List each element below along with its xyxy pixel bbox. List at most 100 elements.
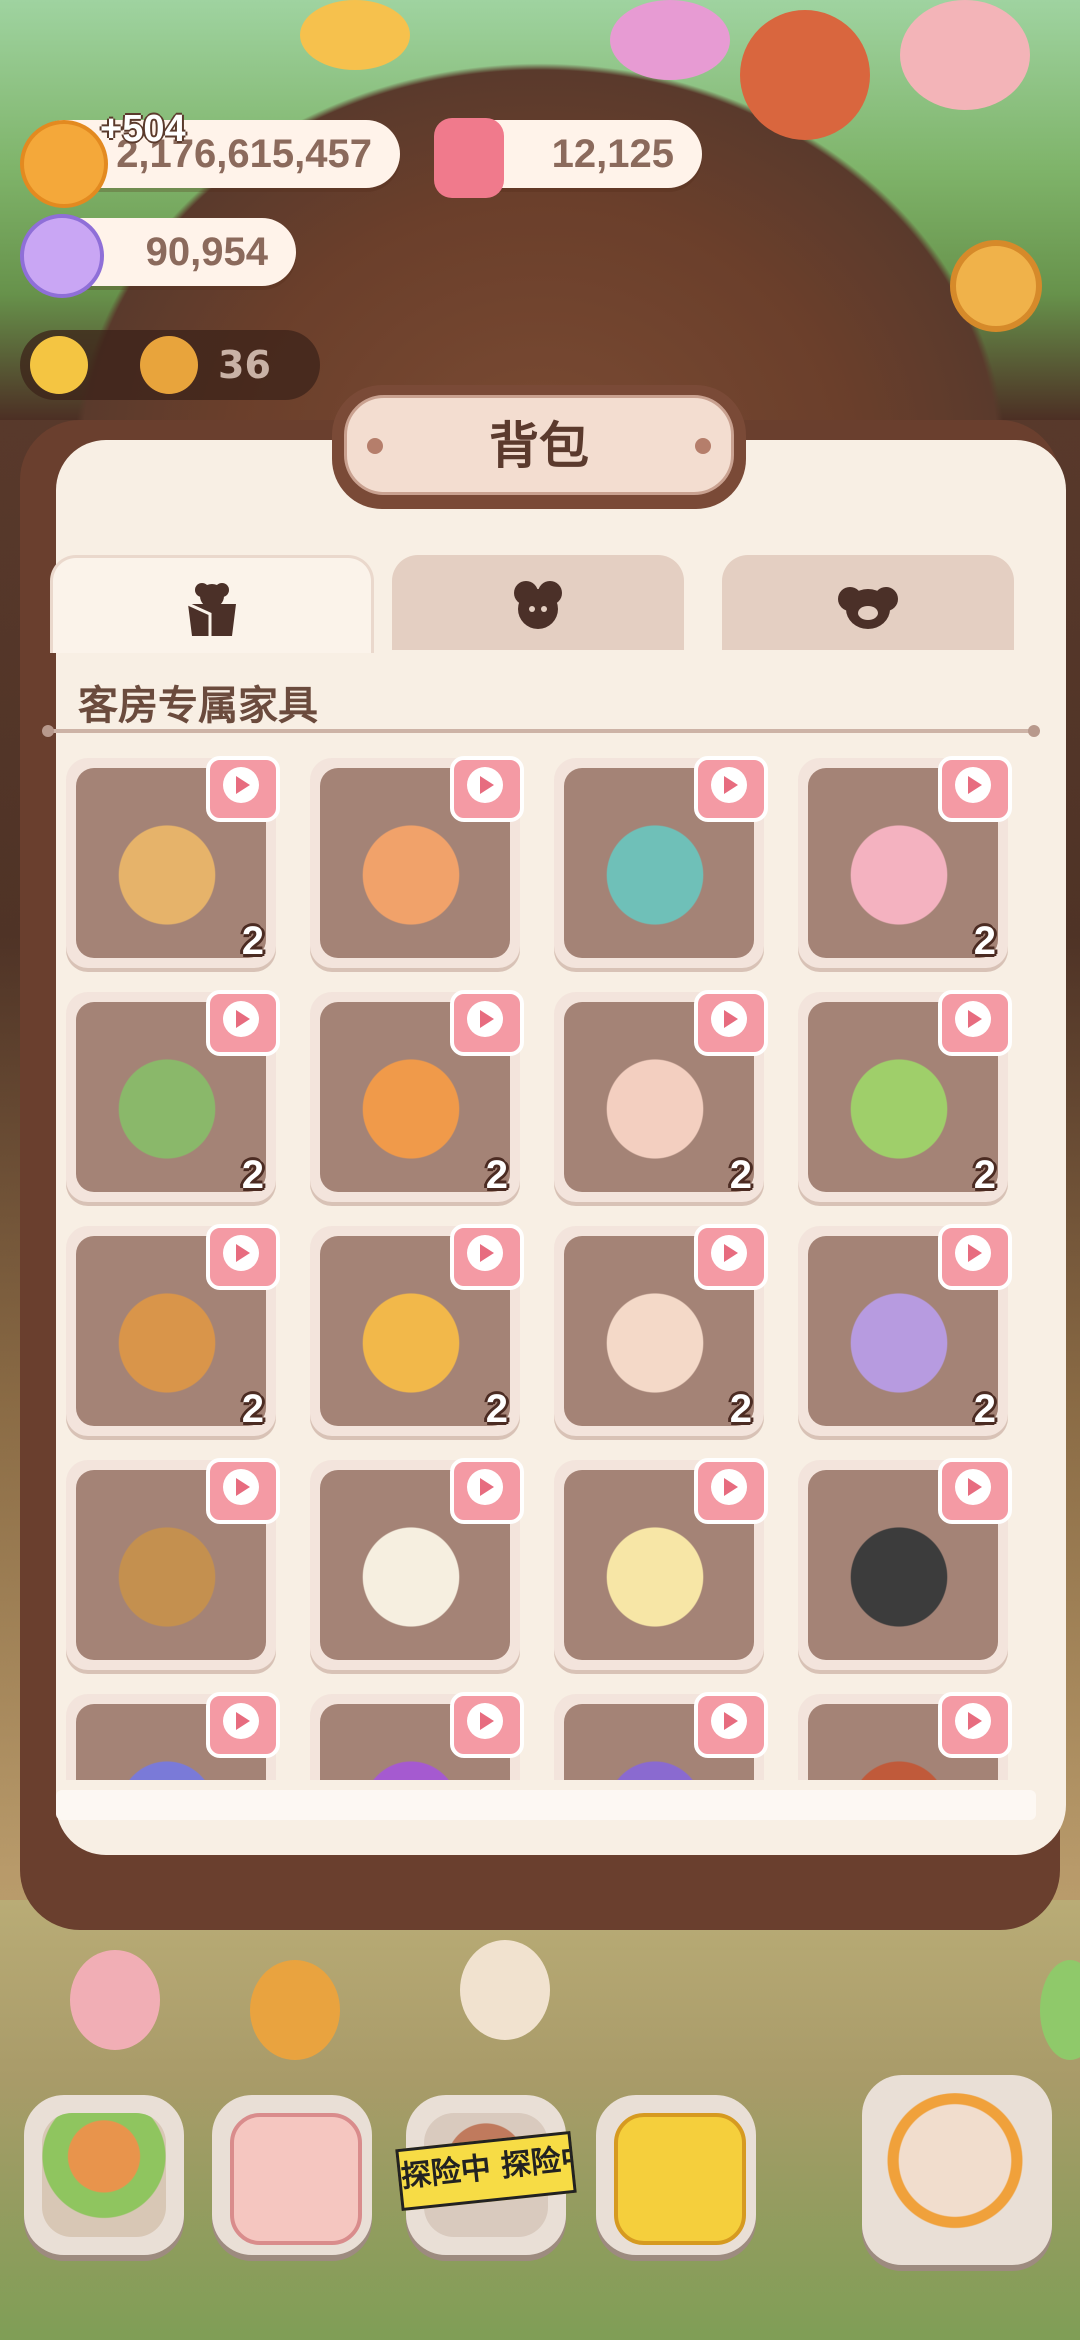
play-icon — [236, 1712, 250, 1730]
crystal-icon — [20, 214, 104, 298]
furniture-item[interactable] — [554, 1692, 768, 1780]
play-icon — [236, 1478, 250, 1496]
furniture-item[interactable]: 2 — [554, 990, 768, 1202]
box-bear-icon — [187, 583, 236, 636]
coin-gain-label: +504 — [100, 108, 186, 150]
tab-cookies[interactable] — [392, 555, 684, 650]
preview-play-button[interactable] — [938, 1692, 1012, 1758]
cookie-character[interactable] — [300, 0, 410, 70]
cookie-character[interactable] — [900, 0, 1030, 110]
item-count: 2 — [973, 1387, 996, 1431]
sun-count: 36 — [218, 343, 271, 387]
preview-play-button[interactable] — [938, 1458, 1012, 1524]
play-icon — [480, 776, 494, 794]
play-icon — [968, 1244, 982, 1262]
preview-play-button[interactable] — [206, 756, 280, 822]
mushroom-house-icon — [42, 2113, 166, 2237]
item-count: 2 — [241, 1387, 264, 1431]
shop-button[interactable] — [596, 2095, 756, 2255]
home-button[interactable] — [24, 2095, 184, 2255]
play-icon — [968, 1712, 982, 1730]
item-count: 2 — [485, 1387, 508, 1431]
furniture-item[interactable] — [798, 1458, 1012, 1670]
cookie-coin-icon — [20, 120, 108, 208]
preview-play-button[interactable] — [450, 1224, 524, 1290]
tab-furniture[interactable] — [50, 555, 374, 653]
item-count: 2 — [241, 1153, 264, 1197]
preview-play-button[interactable] — [450, 1458, 524, 1524]
item-count: 2 — [485, 1153, 508, 1197]
preview-play-button[interactable] — [694, 756, 768, 822]
cookie-character[interactable] — [250, 1960, 340, 2060]
furniture-item[interactable] — [310, 1458, 524, 1670]
furniture-item[interactable]: 2 — [66, 756, 280, 968]
furniture-item[interactable]: 2 — [66, 1224, 280, 1436]
play-icon — [236, 1010, 250, 1028]
furniture-item[interactable]: 2 — [554, 1224, 768, 1436]
settings-gear-icon[interactable] — [950, 240, 1042, 332]
section-title: 客房专属家具 — [78, 683, 318, 729]
shop-bag-icon — [614, 2113, 746, 2245]
furniture-item[interactable]: 2 — [798, 756, 1012, 968]
preview-play-button[interactable] — [450, 756, 524, 822]
play-icon — [480, 1244, 494, 1262]
preview-play-button[interactable] — [206, 1458, 280, 1524]
preview-play-button[interactable] — [450, 990, 524, 1056]
play-icon — [724, 1712, 738, 1730]
play-icon — [480, 1010, 494, 1028]
furniture-item[interactable] — [66, 1458, 280, 1670]
furniture-item[interactable]: 2 — [798, 1224, 1012, 1436]
play-icon — [968, 1478, 982, 1496]
preview-play-button[interactable] — [450, 1692, 524, 1758]
candle-icon — [434, 118, 504, 198]
fish-pet-icon — [880, 2093, 1030, 2243]
preview-play-button[interactable] — [938, 990, 1012, 1056]
furniture-item[interactable] — [66, 1692, 280, 1780]
preview-play-button[interactable] — [938, 756, 1012, 822]
item-count: 2 — [729, 1153, 752, 1197]
preview-play-button[interactable] — [694, 1224, 768, 1290]
furniture-item[interactable]: 2 — [798, 990, 1012, 1202]
furniture-item[interactable]: 2 — [310, 1224, 524, 1436]
play-icon — [968, 1010, 982, 1028]
sun-icon — [30, 336, 88, 394]
furniture-item[interactable] — [798, 1692, 1012, 1780]
cookie-character[interactable] — [460, 1940, 550, 2040]
furniture-item[interactable] — [310, 756, 524, 968]
play-icon — [724, 1244, 738, 1262]
preview-play-button[interactable] — [694, 1458, 768, 1524]
preview-play-button[interactable] — [938, 1224, 1012, 1290]
preview-play-button[interactable] — [206, 990, 280, 1056]
item-count: 2 — [241, 919, 264, 963]
item-grid[interactable]: 2 2 2 2 2 2 2 2 2 2 — [60, 750, 1020, 1780]
play-icon — [724, 776, 738, 794]
furniture-item[interactable]: 2 — [310, 990, 524, 1202]
preview-play-button[interactable] — [206, 1224, 280, 1290]
play-icon — [724, 1478, 738, 1496]
sun-counter[interactable]: 36 — [20, 330, 320, 400]
play-icon — [236, 1244, 250, 1262]
diary-button[interactable] — [212, 2095, 372, 2255]
cookie-character[interactable] — [610, 0, 730, 80]
preview-play-button[interactable] — [206, 1692, 280, 1758]
play-icon — [480, 1478, 494, 1496]
diary-icon — [230, 2113, 362, 2245]
item-count: 2 — [729, 1387, 752, 1431]
furniture-item[interactable]: 2 — [66, 990, 280, 1202]
play-icon — [724, 1010, 738, 1028]
furniture-item[interactable] — [554, 1458, 768, 1670]
cookie-bear-icon — [514, 581, 562, 629]
bag-title-plate: 背包 — [332, 385, 746, 509]
cookie-character[interactable] — [70, 1950, 160, 2050]
preview-play-button[interactable] — [694, 1692, 768, 1758]
cookie-character[interactable] — [740, 10, 870, 140]
preview-play-button[interactable] — [694, 990, 768, 1056]
tab-pets[interactable] — [722, 555, 1014, 650]
item-count: 2 — [973, 919, 996, 963]
bag-title: 背包 — [489, 417, 589, 475]
pet-button[interactable] — [862, 2075, 1052, 2265]
furniture-item[interactable] — [554, 756, 768, 968]
furniture-item[interactable] — [310, 1692, 524, 1780]
item-count: 2 — [973, 1153, 996, 1197]
play-icon — [968, 776, 982, 794]
